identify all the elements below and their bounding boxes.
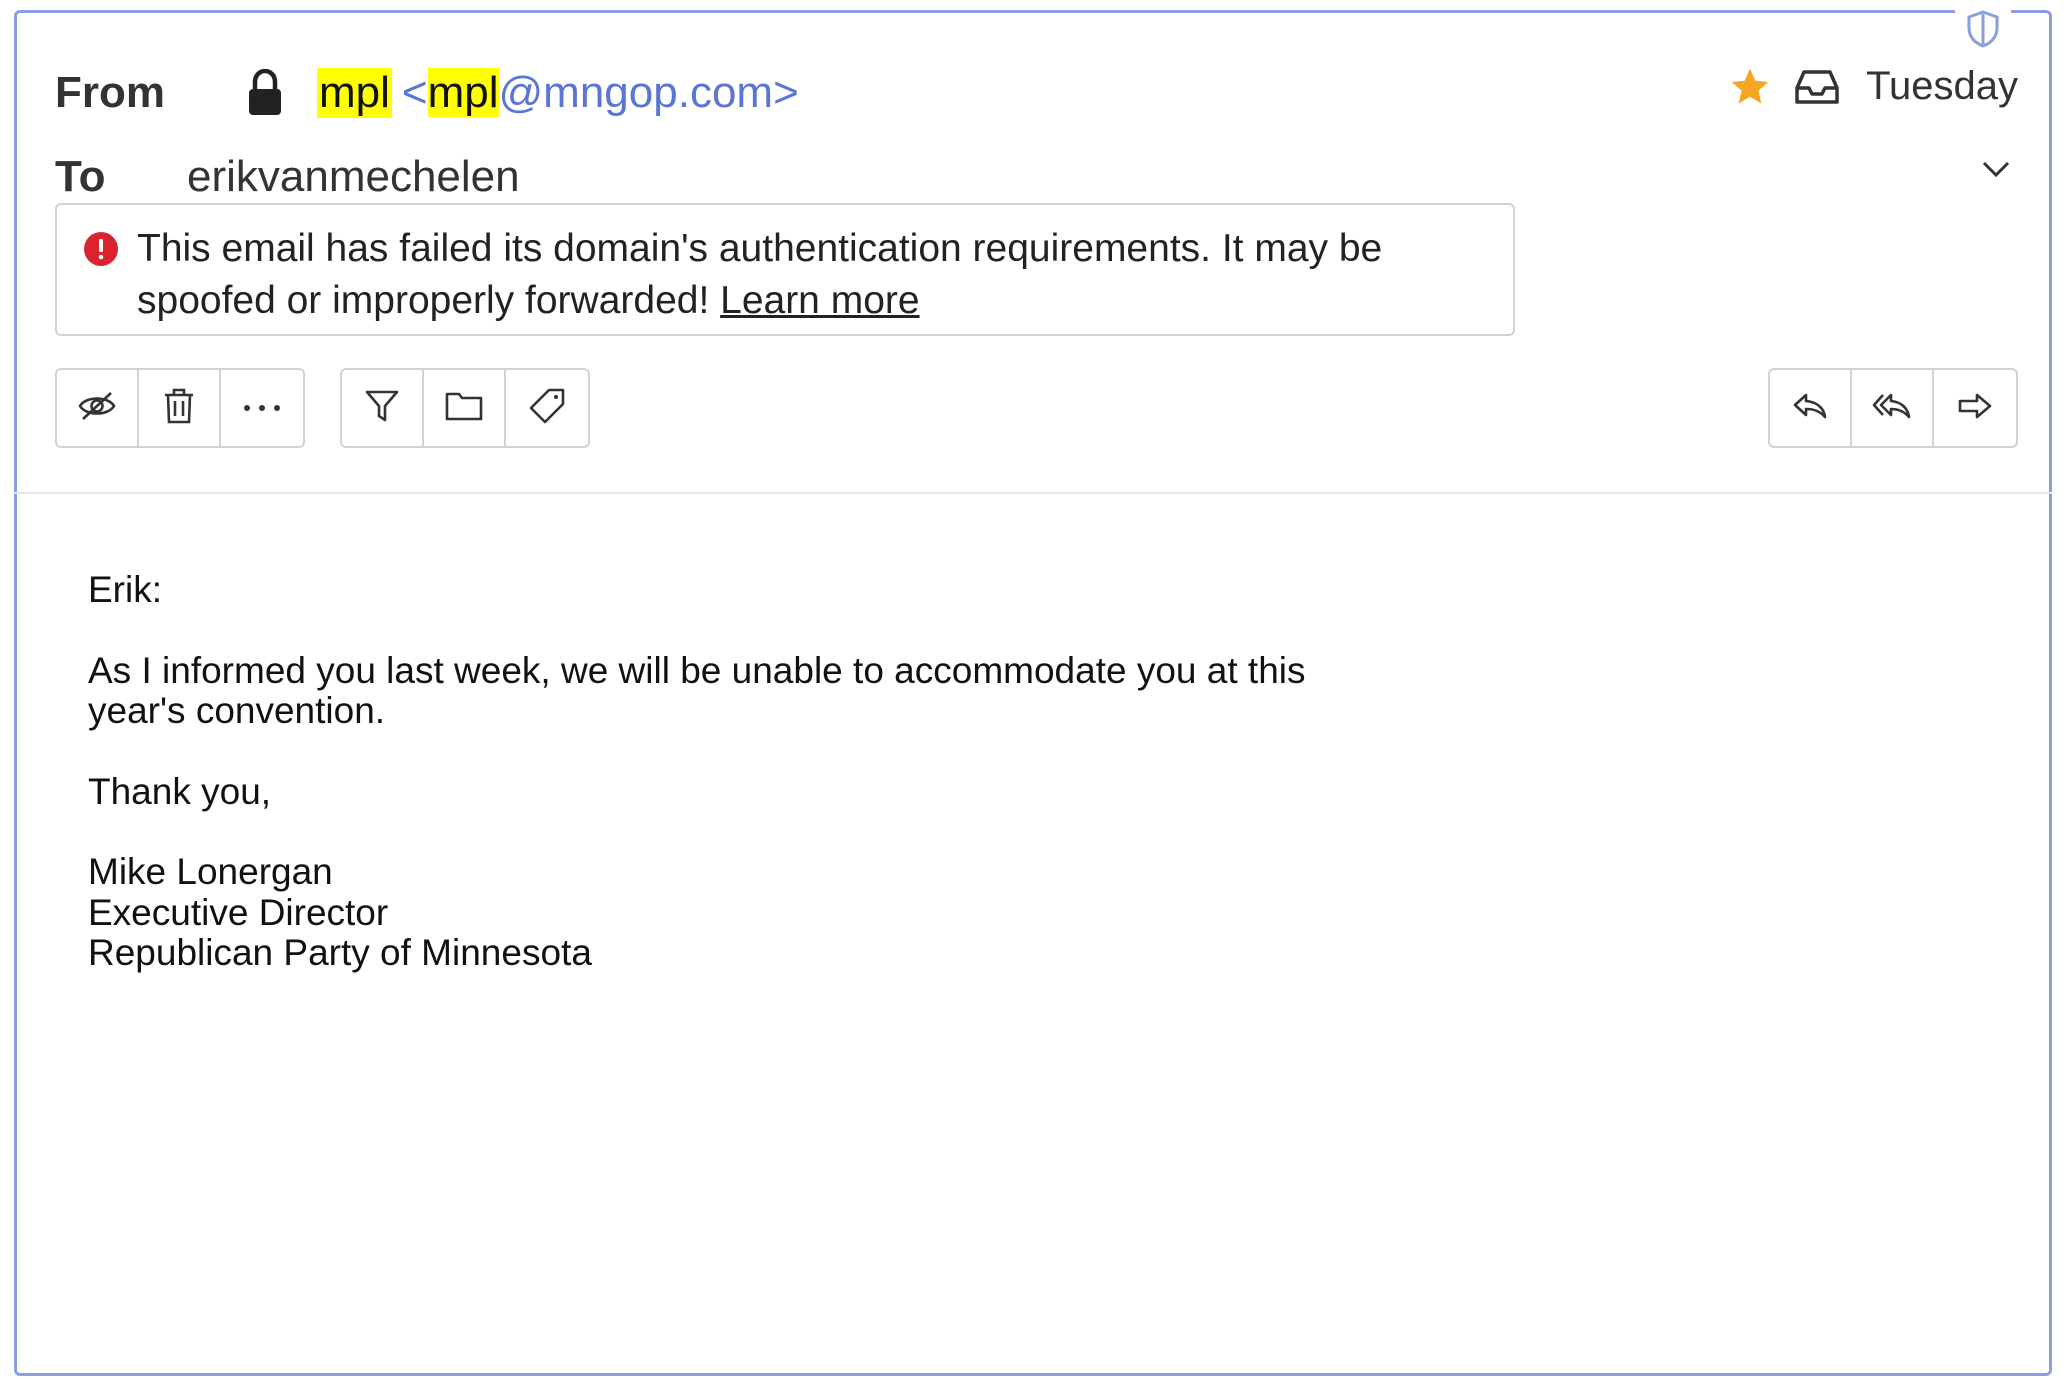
header-divider [14, 492, 2052, 494]
body-paragraph: As I informed you last week, we will be … [88, 649, 1306, 731]
filter-icon [365, 389, 399, 428]
eye-off-icon [77, 391, 117, 426]
sender-address-domain: @mngop.com> [498, 68, 799, 117]
authentication-warning: This email has failed its domain's authe… [55, 203, 1515, 336]
from-label: From [55, 68, 165, 117]
from-row: From mpl <mpl@mngop.com> [55, 68, 799, 118]
header-actions: Tuesday [1728, 64, 2018, 109]
toolbar-group-organize [340, 368, 590, 448]
reply-button[interactable] [1770, 370, 1853, 446]
sender-name[interactable]: mpl [317, 68, 392, 118]
signature-org: Republican Party of Minnesota [88, 932, 592, 973]
signature-title: Executive Director [88, 891, 389, 933]
forward-icon [1957, 392, 1993, 425]
greeting: Erik: [88, 569, 162, 610]
star-icon[interactable] [1728, 65, 1772, 109]
more-button[interactable] [221, 370, 303, 446]
sender-address-user: mpl [427, 68, 499, 117]
forward-button[interactable] [1934, 370, 2016, 446]
email-date: Tuesday [1866, 64, 2018, 108]
learn-more-link[interactable]: Learn more [720, 279, 919, 322]
closing: Thank you, [88, 770, 272, 812]
sender-address-open: < [401, 68, 428, 117]
shield-icon[interactable] [1955, 7, 2011, 51]
filter-button[interactable] [342, 370, 425, 446]
more-icon [242, 399, 282, 417]
toolbar-group-manage [55, 368, 305, 448]
move-to-folder-button[interactable] [424, 370, 507, 446]
lock-icon [245, 69, 303, 117]
signature-name: Mike Lonergan [88, 851, 333, 892]
label-button[interactable] [506, 370, 588, 446]
to-row: To erikvanmechelen [55, 152, 520, 202]
delete-button[interactable] [139, 370, 222, 446]
error-icon [83, 231, 119, 272]
to-label: To [55, 152, 106, 201]
chevron-down-icon[interactable] [1982, 160, 2010, 183]
warning-text: This email has failed its domain's authe… [137, 223, 1497, 327]
hide-button[interactable] [57, 370, 140, 446]
email-body: Erik: As I informed you last week, we wi… [88, 569, 1588, 974]
reply-all-icon [1872, 392, 1912, 425]
inbox-icon[interactable] [1794, 68, 1840, 106]
sender-address[interactable]: <mpl@mngop.com> [402, 68, 799, 118]
folder-icon [445, 391, 483, 426]
trash-icon [163, 388, 195, 429]
reply-all-button[interactable] [1852, 370, 1935, 446]
tag-icon [529, 388, 565, 429]
reply-icon [1792, 392, 1828, 425]
toolbar-group-respond [1768, 368, 2018, 448]
recipient[interactable]: erikvanmechelen [187, 152, 520, 202]
